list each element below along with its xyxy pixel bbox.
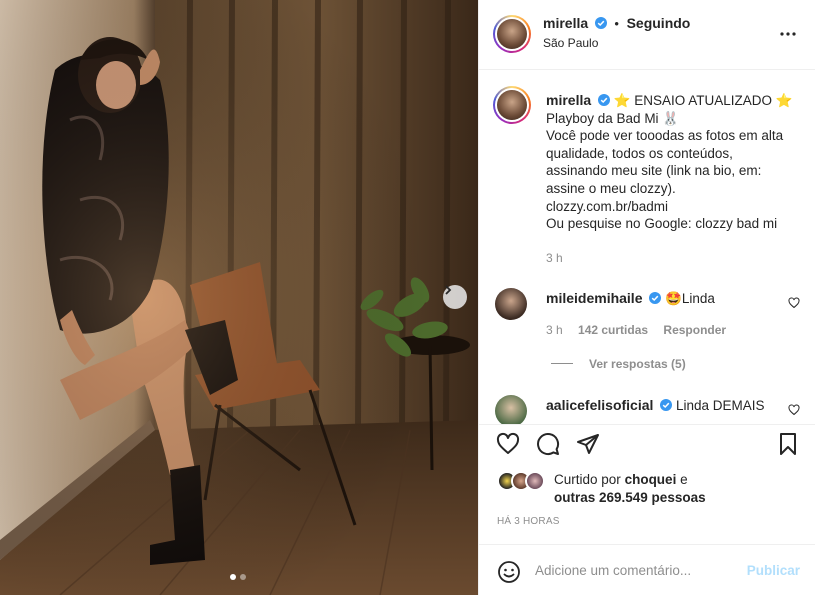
caption-line-5: assinando meu site (link na bio, em: — [546, 163, 762, 179]
caption-line-6: assine o meu clozzy). — [546, 180, 676, 196]
caption-line-1: ⭐ ENSAIO ATUALIZADO ⭐ — [613, 93, 793, 108]
liked-by-middle: e — [680, 472, 688, 487]
reply-button[interactable]: Responder — [663, 323, 726, 337]
view-replies-label: Ver respostas (5) — [589, 357, 686, 371]
author-avatar[interactable] — [493, 15, 531, 53]
caption-username[interactable]: mirella — [546, 92, 591, 108]
caption-line-4: qualidade, todos os conteúdos, — [546, 145, 733, 161]
following-button[interactable]: Seguindo — [627, 15, 691, 31]
like-heart-icon[interactable] — [496, 432, 520, 456]
caption-line-8: Ou pesquise no Google: clozzy bad mi — [546, 216, 778, 232]
carousel-indicator — [230, 574, 246, 580]
verified-badge-icon — [597, 94, 610, 106]
carousel-dot — [240, 574, 246, 580]
post-actions: Curtido por choquei e outras 269.549 pes… — [479, 424, 815, 595]
view-replies-button[interactable]: Ver respostas (5) — [551, 357, 686, 371]
author-username[interactable]: mirella — [543, 15, 588, 31]
carousel-dot-active — [230, 574, 236, 580]
post-timestamp[interactable]: HÁ 3 HORAS — [497, 516, 560, 527]
caption-link[interactable]: clozzy.com.br/badmi — [546, 198, 808, 216]
share-direct-icon[interactable] — [576, 432, 600, 456]
publish-button[interactable]: Publicar — [747, 563, 800, 578]
chevron-right-icon — [445, 285, 452, 295]
like-comment-icon[interactable] — [788, 404, 800, 416]
comment-text: 🤩Linda — [665, 291, 715, 306]
caption-time[interactable]: 3 h — [546, 251, 563, 265]
post-side-panel: mirella • Seguindo São Paulo mirella ⭐ E… — [478, 0, 815, 595]
more-horizontal-icon — [780, 32, 796, 36]
like-comment-icon[interactable] — [788, 297, 800, 309]
comment-likes[interactable]: 142 curtidas — [578, 323, 648, 337]
comment-text: Linda DEMAIS — [675, 398, 765, 413]
liked-by-user[interactable]: choquei — [625, 472, 677, 487]
more-options-button[interactable] — [778, 24, 798, 44]
photo-illustration — [0, 0, 478, 595]
comment-input[interactable] — [535, 563, 735, 578]
comment-bubble-icon[interactable] — [536, 432, 560, 456]
caption-line-3: Você pode ver tooodas as fotos em alta — [546, 128, 784, 144]
liked-by-prefix: Curtido por — [554, 472, 621, 487]
liked-by-others[interactable]: outras 269.549 pessoas — [554, 490, 706, 505]
post-photo[interactable] — [0, 0, 478, 595]
liked-by-text: Curtido por choquei e outras 269.549 pes… — [554, 471, 804, 507]
save-bookmark-icon[interactable] — [776, 432, 800, 456]
replies-line — [551, 363, 573, 364]
location-link[interactable]: São Paulo — [543, 36, 598, 50]
next-photo-button[interactable] — [443, 285, 467, 309]
comment-body: mileidemihaile 🤩Linda — [546, 290, 715, 307]
comment-username[interactable]: aalicefelisoficial — [546, 397, 653, 413]
comment-body: aalicefelisoficial Linda DEMAIS — [546, 397, 764, 413]
comment-username[interactable]: mileidemihaile — [546, 290, 642, 306]
instagram-post-modal: mirella • Seguindo São Paulo mirella ⭐ E… — [0, 0, 815, 595]
header-separator: • — [614, 16, 619, 31]
post-header: mirella • Seguindo São Paulo — [479, 0, 815, 70]
comment-meta: 3 h 142 curtidas Responder — [546, 323, 738, 337]
verified-badge-icon — [660, 399, 673, 411]
commenter-avatar[interactable] — [495, 395, 527, 427]
caption-avatar[interactable] — [493, 86, 531, 124]
liker-avatar — [525, 471, 545, 491]
emoji-smile-icon[interactable] — [497, 560, 521, 584]
verified-badge-icon — [649, 292, 662, 304]
caption-text: mirella ⭐ ENSAIO ATUALIZADO ⭐ Playboy da… — [546, 92, 808, 233]
verified-badge-icon — [594, 17, 607, 29]
comment-time[interactable]: 3 h — [546, 323, 563, 337]
caption-line-2: Playboy da Bad Mi 🐰 — [546, 110, 680, 126]
commenter-avatar[interactable] — [495, 288, 527, 320]
add-comment-bar: Publicar — [479, 544, 815, 596]
